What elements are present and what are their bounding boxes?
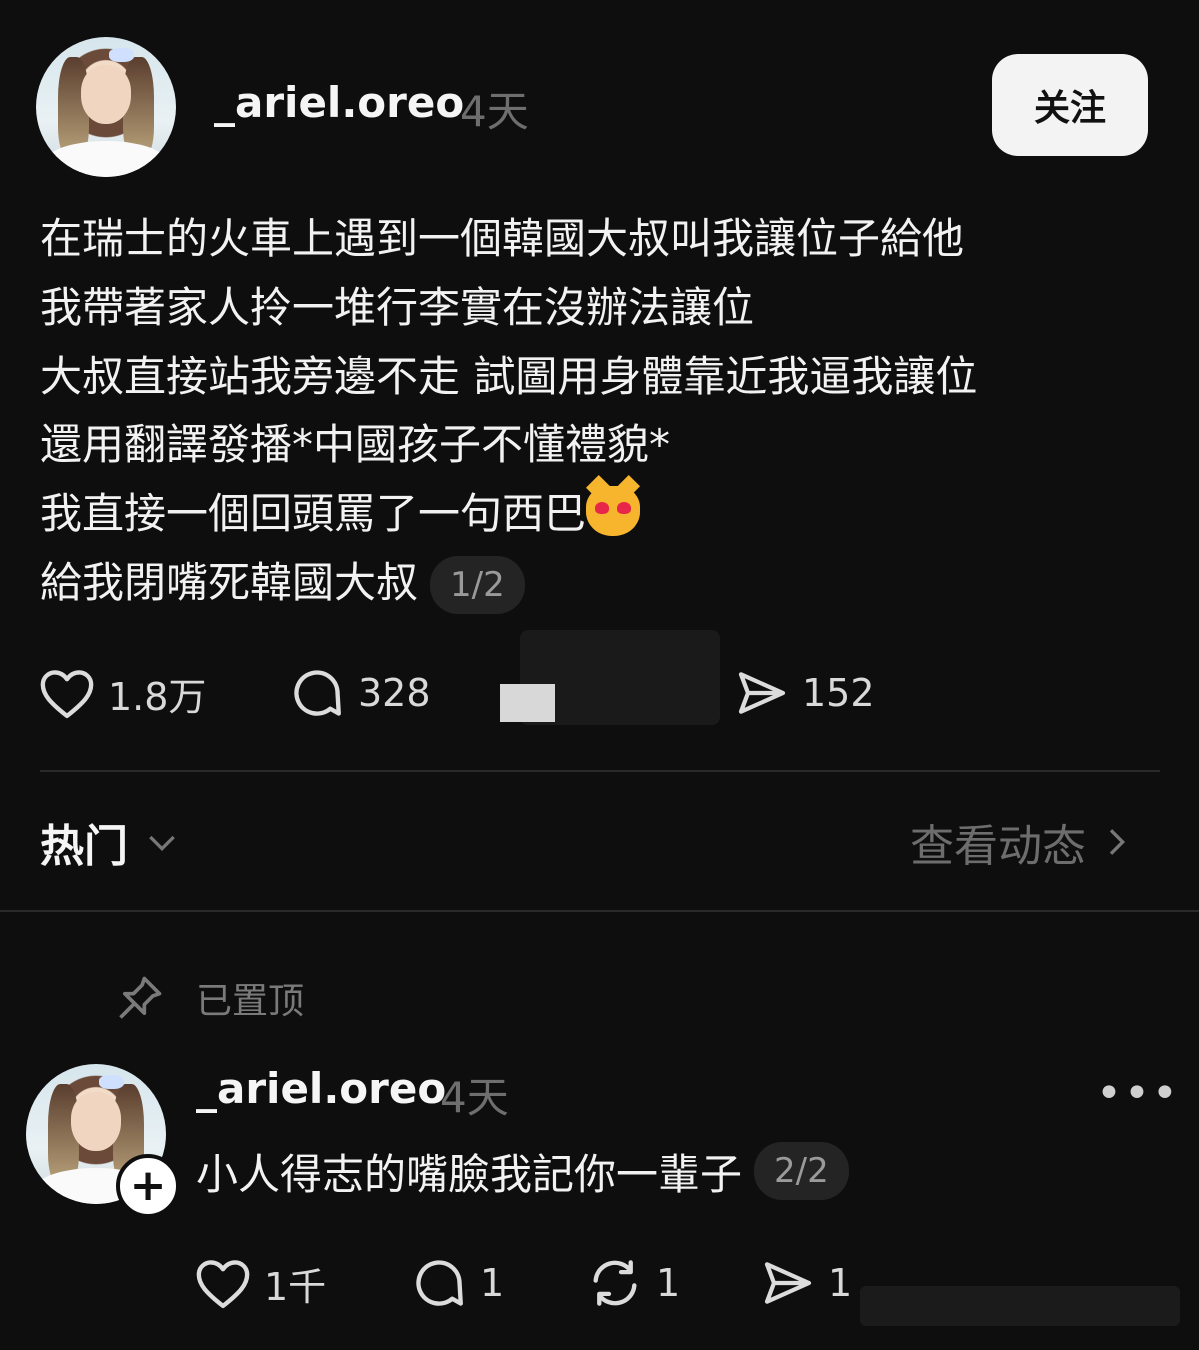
post-line-with-emoji: 我直接一個回頭罵了一句西巴 (40, 480, 977, 549)
comment-count: 328 (358, 671, 431, 715)
pinned-label: 已置顶 (196, 981, 305, 1022)
share-count: 152 (802, 671, 875, 715)
chevron-down-icon (149, 835, 175, 852)
reply-share-action[interactable]: 1 (760, 1254, 852, 1312)
follow-button[interactable]: 关注 (992, 54, 1148, 156)
divider (40, 770, 1160, 772)
reply-author-username[interactable]: _ariel.oreo (196, 1064, 446, 1113)
pin-icon (119, 976, 162, 1019)
view-activity-link[interactable]: 查看动态 (910, 812, 1136, 872)
more-options-icon[interactable]: ••• (1096, 1068, 1180, 1119)
reply-like-count: 1千 (264, 1264, 327, 1309)
redacted-area (500, 684, 555, 722)
post-line: 大叔直接站我旁邊不走 試圖用身體靠近我逼我讓位 (40, 351, 978, 401)
section-divider (0, 910, 1199, 912)
heart-icon (196, 1260, 250, 1309)
post-line: 在瑞士的火車上遇到一個韓國大叔叫我讓位子給他 (40, 214, 965, 263)
reply-like-action[interactable]: 1千 (194, 1254, 326, 1312)
reply-repost-action[interactable]: 1 (586, 1254, 680, 1312)
chevron-right-icon (1109, 829, 1126, 855)
smiling-cat-heart-eyes-icon (586, 486, 641, 537)
like-action[interactable]: 1.8万 (38, 664, 206, 722)
post-line: 我直接一個回頭罵了一句西巴 (40, 489, 587, 539)
post-line: 給我閉嘴死韓國大叔 (40, 557, 419, 607)
send-icon (738, 672, 786, 714)
post-line: 還用翻譯發播*中國孩子不懂禮貌* (40, 420, 671, 470)
share-action[interactable]: 152 (734, 664, 875, 722)
reply-comment-action[interactable]: 1 (410, 1254, 504, 1312)
repost-icon (593, 1260, 637, 1306)
sort-dropdown[interactable]: 热门 (40, 812, 182, 872)
author-avatar[interactable] (36, 37, 176, 177)
comment-action[interactable]: 328 (288, 664, 431, 722)
follow-plus-button[interactable]: + (116, 1154, 180, 1218)
post-body: 在瑞士的火車上遇到一個韓國大叔叫我讓位子給他 我帶著家人拎一堆行李實在沒辦法讓位… (40, 205, 977, 618)
comment-bubble-icon (294, 670, 341, 716)
sort-label: 热门 (40, 821, 128, 872)
watermark-area (860, 1286, 1180, 1326)
reply-repost-count: 1 (656, 1261, 681, 1305)
heart-icon (40, 670, 94, 719)
post-line-with-pager: 給我閉嘴死韓國大叔 1/2 (40, 549, 977, 618)
view-activity-label: 查看动态 (910, 821, 1086, 872)
reply-pager-badge: 2/2 (754, 1142, 849, 1200)
reply-text: 小人得志的嘴臉我記你一輩子 (196, 1149, 743, 1199)
reply-share-count: 1 (828, 1261, 853, 1305)
reply-comment-count: 1 (480, 1261, 505, 1305)
post-pager-badge: 1/2 (430, 556, 525, 615)
author-username[interactable]: _ariel.oreo (214, 78, 464, 127)
reply-body: 小人得志的嘴臉我記你一輩子 2/2 (196, 1140, 849, 1202)
reply-time: 4天 (440, 1073, 509, 1122)
post-line: 我帶著家人拎一堆行李實在沒辦法讓位 (40, 282, 755, 332)
post-time: 4天 (460, 87, 529, 136)
comment-bubble-icon (416, 1260, 463, 1306)
like-count: 1.8万 (108, 674, 207, 719)
send-icon (764, 1262, 812, 1304)
pinned-indicator: 已置顶 (114, 970, 304, 1026)
